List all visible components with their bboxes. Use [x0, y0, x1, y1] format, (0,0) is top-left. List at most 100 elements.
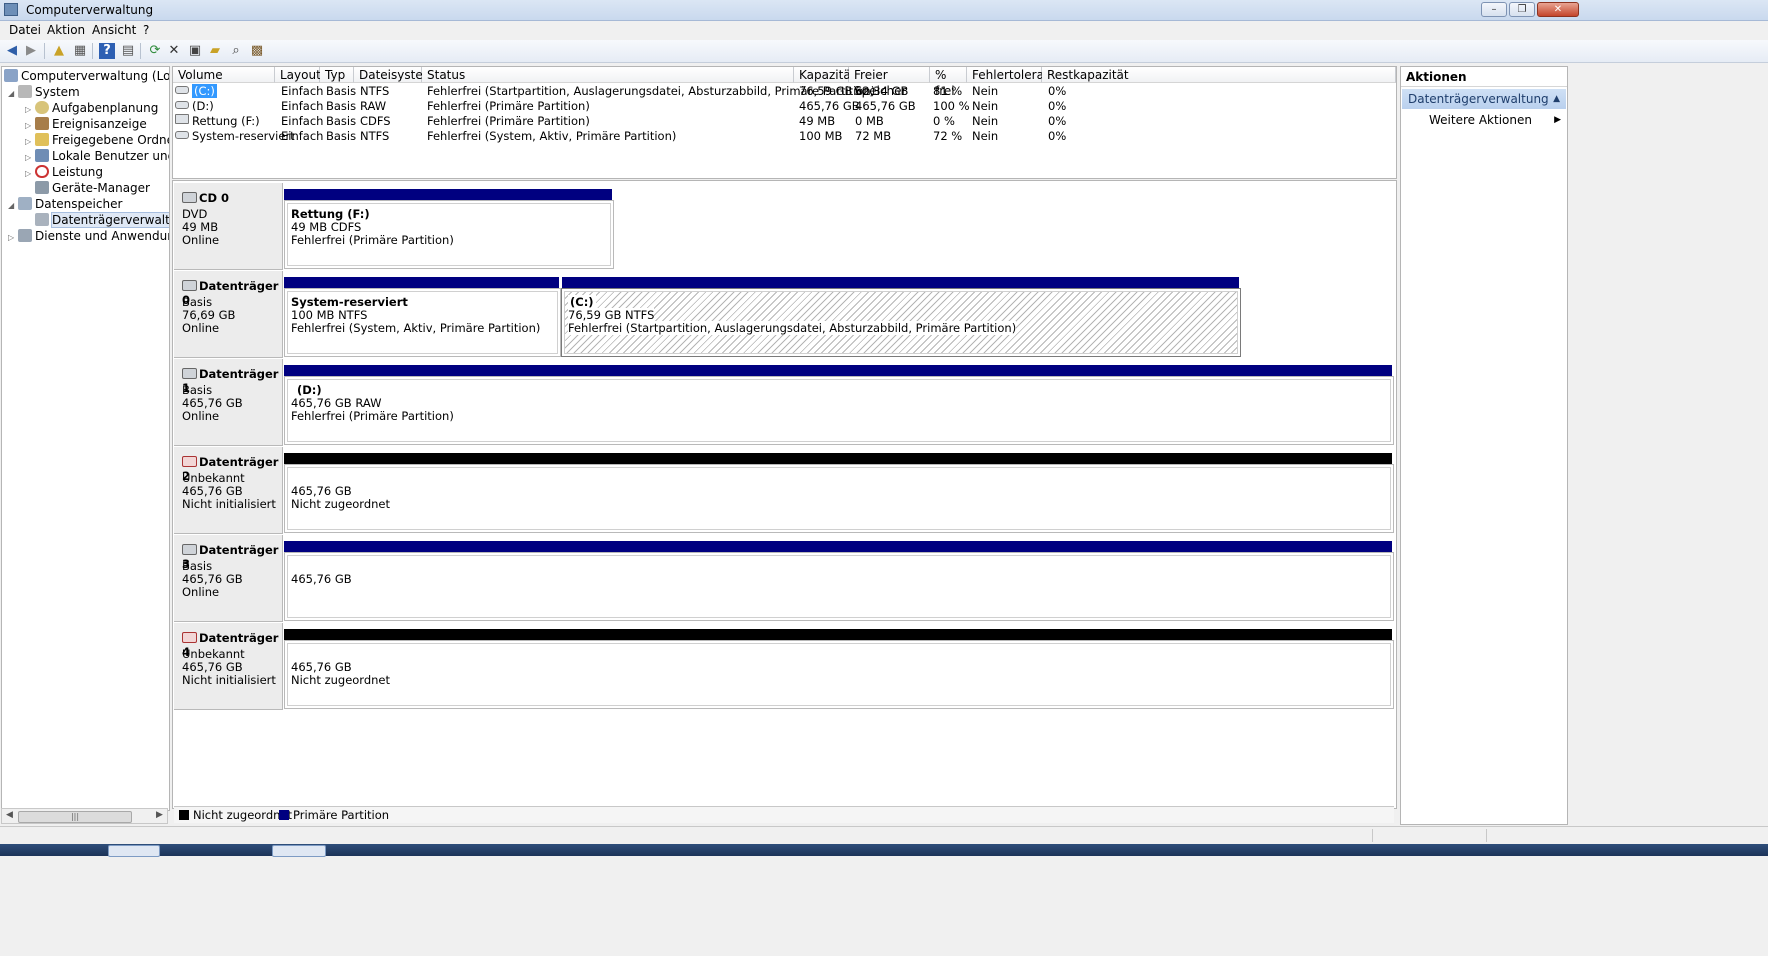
expand-icon[interactable]: ▷ [25, 166, 35, 182]
refresh-icon[interactable]: ⟳ [147, 43, 163, 59]
disk-type: Basis [182, 559, 213, 573]
disk-info-disk2[interactable]: Datenträger 2 Unbekannt 465,76 GB Nicht … [174, 447, 283, 534]
more-actions-link[interactable]: Weitere Aktionen [1429, 111, 1532, 129]
tree-item-system[interactable]: ◢ System [8, 84, 80, 100]
uninitialized-disk-icon [182, 632, 197, 643]
show-action-pane-icon[interactable]: ▤ [120, 43, 136, 59]
column-header-volume[interactable]: Volume [173, 67, 275, 83]
disk-state: Online [182, 409, 220, 423]
volume-icon [175, 86, 189, 94]
back-icon[interactable]: ◀ [4, 43, 20, 59]
tree-item-geraete-manager[interactable]: Geräte-Manager [35, 180, 150, 196]
menu-help[interactable]: ? [143, 23, 149, 37]
search-icon[interactable]: ⌕ [228, 43, 244, 59]
collapse-icon[interactable]: ◢ [8, 198, 18, 214]
legend-primary: Primäre Partition [293, 808, 390, 822]
window-title: Computerverwaltung [26, 3, 154, 17]
collapse-up-icon[interactable]: ▲ [1553, 89, 1560, 109]
tree-item-dienste[interactable]: ▷Dienste und Anwendungen [8, 228, 169, 246]
column-header-status[interactable]: Status [422, 67, 794, 83]
actions-section-datentraegerverwaltung[interactable]: Datenträgerverwaltung ▲ [1402, 89, 1566, 109]
column-header-restkapazitaet[interactable]: Restkapazität [1042, 67, 1396, 83]
filesystem-cell: NTFS [360, 84, 390, 98]
tree-item-aufgabenplanung[interactable]: ▷ Aufgabenplanung [25, 100, 158, 116]
tree-item-datenspeicher[interactable]: ◢ Datenspeicher [8, 196, 122, 212]
scroll-left-icon[interactable]: ◀ [6, 810, 13, 820]
unallocated-space-disk2[interactable]: 465,76 GB Nicht zugeordnet [284, 464, 1394, 533]
layout-cell: Einfach [281, 99, 324, 113]
disk-info-disk1[interactable]: Datenträger 1 Basis 465,76 GB Online [174, 359, 283, 446]
title-bar: Computerverwaltung – ❐ ✕ [0, 0, 1768, 21]
column-header-fehlertoleranz[interactable]: Fehlertoleranz [967, 67, 1058, 83]
partition-system-reserviert[interactable]: System-reserviert 100 MB NTFS Fehlerfrei… [284, 288, 561, 357]
tree-horizontal-scrollbar[interactable]: ◀ ||| ▶ [1, 808, 168, 824]
column-header-dateisystem[interactable]: Dateisystem [354, 67, 434, 83]
tree-item-freigegebene-ordner[interactable]: ▷ Freigegebene Ordner [25, 132, 169, 148]
tree-item-ereignisanzeige[interactable]: ▷ Ereignisanzeige [25, 116, 147, 132]
status-bar [0, 826, 1768, 845]
disk-size: 465,76 GB [182, 396, 243, 410]
partition-rettung-f[interactable]: Rettung (F:) 49 MB CDFS Fehlerfrei (Prim… [284, 200, 614, 269]
disk-info-cd0[interactable]: CD 0 DVD 49 MB Online [174, 183, 283, 270]
percent-free-cell: 72 % [933, 129, 963, 143]
disk-info-disk3[interactable]: Datenträger 3 Basis 465,76 GB Online [174, 535, 283, 622]
fault-tolerance-cell: Nein [972, 114, 999, 128]
taskbar [0, 844, 1768, 857]
toolbar: ◀ ▶ ▲ ▦ ? ▤ ⟳ ✕ ▣ ▰ ⌕ ▩ [0, 40, 1768, 63]
tree-item-root[interactable]: Computerverwaltung (Lokal) [4, 68, 169, 84]
uninitialized-disk-icon [182, 456, 197, 467]
properties-icon[interactable]: ▣ [187, 43, 203, 59]
disk-type: DVD [182, 207, 208, 221]
help-icon[interactable]: ? [99, 43, 115, 59]
partition-disk3[interactable]: 465,76 GB [284, 552, 1394, 621]
menu-aktion[interactable]: Aktion [47, 23, 85, 37]
column-header-freier-speicher[interactable]: Freier Speicher [849, 67, 930, 98]
taskbar-button[interactable] [272, 845, 326, 857]
disk-info-disk0[interactable]: Datenträger 0 Basis 76,69 GB Online [174, 271, 283, 358]
free-space-cell: 62,34 GB [855, 84, 909, 98]
clock-icon [35, 101, 49, 114]
disk-type: Unbekannt [182, 647, 245, 661]
tree-item-lokale-benutzer[interactable]: ▷Lokale Benutzer und Gr [25, 148, 169, 164]
delete-icon[interactable]: ✕ [166, 43, 182, 59]
disk-info-disk4[interactable]: Datenträger 4 Unbekannt 465,76 GB Nicht … [174, 623, 283, 710]
open-folder-icon[interactable]: ▰ [207, 43, 223, 59]
partition-size: 465,76 GB [291, 572, 352, 586]
overhead-cell: 0% [1048, 129, 1067, 143]
performance-icon [35, 165, 49, 178]
percent-free-cell: 0 % [933, 114, 955, 128]
partition-c[interactable]: (C:) 76,59 GB NTFS Fehlerfrei (Startpart… [561, 288, 1241, 357]
taskbar-button[interactable] [108, 845, 160, 857]
hard-disk-icon [182, 368, 197, 379]
tree-item-datentraegerverwaltung[interactable]: Datenträgerverwaltung [35, 212, 169, 228]
tree-item-leistung[interactable]: ▷ Leistung [25, 164, 103, 180]
submenu-arrow-icon[interactable]: ▶ [1554, 111, 1561, 129]
maximize-button[interactable]: ❐ [1509, 2, 1535, 17]
partition-d[interactable]: (D:) 465,76 GB RAW Fehlerfrei (Primäre P… [284, 376, 1394, 445]
close-button[interactable]: ✕ [1537, 2, 1579, 17]
scroll-thumb[interactable]: ||| [18, 811, 132, 823]
unallocated-space-disk4[interactable]: 465,76 GB Nicht zugeordnet [284, 640, 1394, 709]
menu-datei[interactable]: Datei [9, 23, 41, 37]
column-header-layout[interactable]: Layout [275, 67, 321, 83]
up-folder-icon[interactable]: ▲ [51, 43, 67, 59]
actions-pane: Aktionen Datenträgerverwaltung ▲ Weitere… [1400, 66, 1568, 825]
status-cell: Fehlerfrei (Primäre Partition) [427, 99, 590, 113]
column-header-kapazitaet[interactable]: Kapazität [794, 67, 855, 83]
expand-icon[interactable]: ▷ [8, 230, 18, 246]
device-manager-icon [35, 181, 49, 194]
collapse-icon[interactable]: ◢ [8, 86, 18, 102]
services-icon [18, 229, 32, 242]
scroll-right-icon[interactable]: ▶ [156, 810, 163, 820]
forward-icon[interactable]: ▶ [23, 43, 39, 59]
volume-name: Rettung (F:) [192, 114, 260, 128]
settings-icon[interactable]: ▩ [249, 43, 265, 59]
column-header-typ[interactable]: Typ [320, 67, 354, 83]
menu-ansicht[interactable]: Ansicht [92, 23, 136, 37]
menu-bar: Datei Aktion Ansicht ? [0, 21, 1768, 39]
minimize-button[interactable]: – [1481, 2, 1507, 17]
hard-disk-icon [182, 544, 197, 555]
column-header-prozent-frei[interactable]: % frei [930, 67, 967, 98]
show-hide-tree-icon[interactable]: ▦ [72, 43, 88, 59]
overhead-cell: 0% [1048, 99, 1067, 113]
